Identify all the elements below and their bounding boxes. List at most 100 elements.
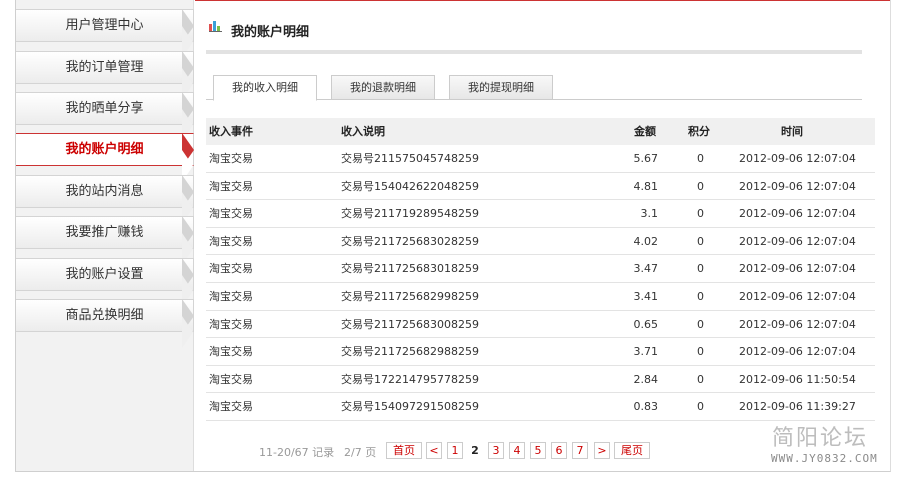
cell-points: 0 <box>697 345 704 359</box>
sidebar-item-label: 我的账户明细 <box>65 142 144 157</box>
table-row: 淘宝交易 交易号211725683008259 0.65 0 2012-09-06 12… <box>206 311 875 339</box>
cell-points: 0 <box>697 400 704 414</box>
cell-time: 2012-09-06 11:39:27 <box>739 400 856 414</box>
title-divider <box>206 50 862 54</box>
page-link-3[interactable]: 3 <box>488 442 504 459</box>
column-header-amount: 金额 <box>634 125 656 138</box>
cell-desc: 交易号154042622048259 <box>341 179 479 193</box>
sidebar-item-label: 我的站内消息 <box>65 184 144 199</box>
cell-time: 2012-09-06 12:07:04 <box>739 290 856 303</box>
cell-amount: 3.71 <box>633 345 659 359</box>
cell-time: 2012-09-06 12:07:04 <box>739 317 856 331</box>
cell-event: 淘宝交易 <box>209 262 253 276</box>
column-header-time: 时间 <box>781 125 803 138</box>
chevron-right-icon <box>182 51 194 100</box>
sidebar-item-messages[interactable]: 我的站内消息 <box>16 175 194 224</box>
cell-event: 淘宝交易 <box>209 179 253 193</box>
sidebar: 用户管理中心 我的订单管理 我的晒单分享 我的账户明细 我的站内消息 我要推广赚… <box>16 0 194 471</box>
cell-amount: 5.67 <box>633 152 659 165</box>
tab-income-detail[interactable]: 我的收入明细 <box>213 75 317 101</box>
table-row: 淘宝交易 交易号211725682988259 3.71 0 2012-09-06 12… <box>206 338 875 366</box>
chevron-right-icon <box>182 216 194 265</box>
first-page-button[interactable]: 首页 <box>386 442 422 459</box>
column-header-event: 收入事件 <box>209 125 253 138</box>
cell-desc: 交易号211725683018259 <box>341 262 479 276</box>
sidebar-item-settings[interactable]: 我的账户设置 <box>16 258 194 307</box>
cell-desc: 交易号211725682988259 <box>341 345 479 359</box>
cell-points: 0 <box>697 152 704 165</box>
sidebar-item-user-center[interactable]: 用户管理中心 <box>16 9 194 58</box>
cell-amount: 3.41 <box>633 290 659 303</box>
cell-event: 淘宝交易 <box>209 400 253 414</box>
column-header-desc: 收入说明 <box>341 125 385 138</box>
cell-time: 2012-09-06 12:07:04 <box>739 179 856 193</box>
cell-event: 淘宝交易 <box>209 345 253 359</box>
prev-page-button[interactable]: < <box>426 442 442 459</box>
cell-amount: 3.47 <box>633 262 659 276</box>
cell-time: 2012-09-06 12:07:04 <box>739 345 856 359</box>
sidebar-item-label: 商品兑换明细 <box>65 308 144 323</box>
cell-time: 2012-09-06 12:07:04 <box>739 262 856 276</box>
page-link-7[interactable]: 7 <box>572 442 588 459</box>
table-row: 淘宝交易 交易号211725683028259 4.02 0 2012-09-06 12… <box>206 228 875 256</box>
chevron-right-icon <box>182 9 194 58</box>
sidebar-item-orders[interactable]: 我的订单管理 <box>16 51 194 100</box>
tab-refund-detail[interactable]: 我的退款明细 <box>331 75 435 100</box>
cell-amount: 4.02 <box>633 234 659 248</box>
sidebar-item-share[interactable]: 我的晒单分享 <box>16 92 194 141</box>
sidebar-item-exchange[interactable]: 商品兑换明细 <box>16 299 194 348</box>
watermark-url: WWW.JY0832.COM <box>771 452 878 465</box>
cell-time: 2012-09-06 12:07:04 <box>739 234 856 248</box>
cell-time: 2012-09-06 11:50:54 <box>739 372 856 386</box>
cell-time: 2012-09-06 12:07:04 <box>739 152 856 165</box>
table-row: 淘宝交易 交易号154042622048259 4.81 0 2012-09-06 12… <box>206 173 875 201</box>
page-link-5[interactable]: 5 <box>530 442 546 459</box>
cell-points: 0 <box>697 290 704 303</box>
column-header-points: 积分 <box>688 125 710 138</box>
table-row: 淘宝交易 交易号211719289548259 3.1 0 2012-09-06 12:… <box>206 200 875 228</box>
tab-withdraw-detail[interactable]: 我的提现明细 <box>449 75 553 100</box>
sidebar-item-label: 我要推广赚钱 <box>65 225 144 240</box>
cell-points: 0 <box>697 234 704 248</box>
cell-points: 0 <box>697 207 704 221</box>
cell-amount: 4.81 <box>633 179 659 193</box>
chevron-right-icon <box>182 299 194 348</box>
next-page-button[interactable]: > <box>594 442 610 459</box>
sidebar-item-promote[interactable]: 我要推广赚钱 <box>16 216 194 265</box>
cell-desc: 交易号154097291508259 <box>341 400 479 414</box>
cell-amount: 3.1 <box>640 207 659 221</box>
cell-points: 0 <box>697 372 704 386</box>
watermark-text: 简阳论坛 <box>772 426 869 451</box>
bar-chart-icon <box>209 21 222 32</box>
cell-event: 淘宝交易 <box>209 152 253 165</box>
table-row: 淘宝交易 交易号211725682998259 3.41 0 2012-09-06 12… <box>206 283 875 311</box>
cell-event: 淘宝交易 <box>209 234 253 248</box>
sidebar-item-account-detail[interactable]: 我的账户明细 <box>16 133 194 182</box>
chevron-right-icon <box>182 92 194 141</box>
table-row: 淘宝交易 交易号211575045748259 5.67 0 2012-09-06 12… <box>206 145 875 173</box>
cell-points: 0 <box>697 179 704 193</box>
page-title: 我的账户明细 <box>231 25 310 40</box>
page-link-4[interactable]: 4 <box>509 442 525 459</box>
last-page-button[interactable]: 尾页 <box>614 442 650 459</box>
table-row: 淘宝交易 交易号172214795778259 2.84 0 2012-09-06 11… <box>206 366 875 394</box>
record-count: 11-20/67 记录 <box>259 446 335 459</box>
table-header: 收入事件 收入说明 金额 积分 时间 <box>206 118 875 145</box>
page-link-1[interactable]: 1 <box>447 442 463 459</box>
table-row: 淘宝交易 交易号211725683018259 3.47 0 2012-09-06 12… <box>206 255 875 283</box>
sidebar-item-label: 我的晒单分享 <box>65 101 144 116</box>
cell-desc: 交易号211719289548259 <box>341 207 479 221</box>
table-row: 淘宝交易 交易号154097291508259 0.83 0 2012-09-06 11… <box>206 393 875 421</box>
sidebar-item-label: 我的订单管理 <box>65 60 144 75</box>
sidebar-item-label: 用户管理中心 <box>65 18 144 33</box>
cell-amount: 2.84 <box>633 372 659 386</box>
cell-desc: 交易号172214795778259 <box>341 372 479 386</box>
cell-amount: 0.65 <box>633 317 659 331</box>
chevron-right-icon <box>182 133 194 182</box>
cell-points: 0 <box>697 262 704 276</box>
pagination: 11-20/67 记录 2/7 页 首页 < 1 2 3 4 5 6 7 > 尾… <box>0 442 900 460</box>
page-link-6[interactable]: 6 <box>551 442 567 459</box>
chevron-right-icon <box>182 175 194 224</box>
cell-event: 淘宝交易 <box>209 317 253 331</box>
cell-event: 淘宝交易 <box>209 290 253 303</box>
